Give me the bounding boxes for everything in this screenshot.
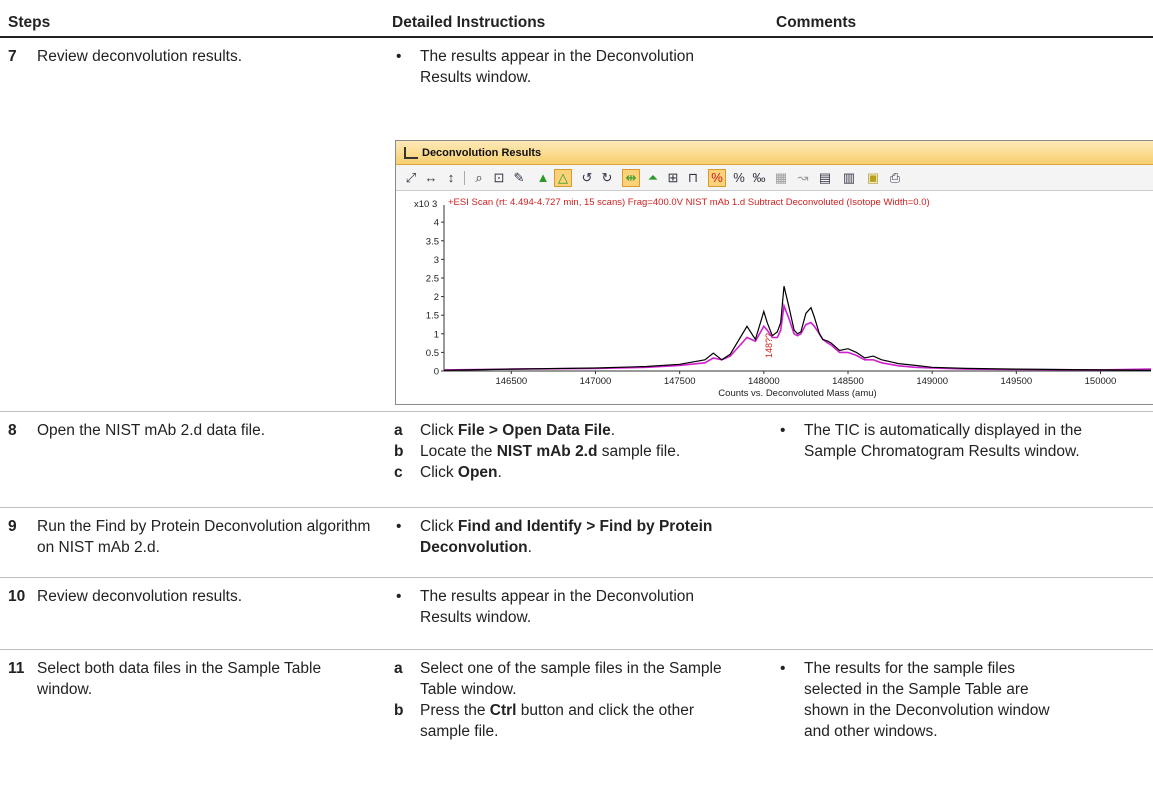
table-row: 8 Open the NIST mAb 2.d data file. a Cli… [0,412,1153,508]
step-text: Review deconvolution results. [37,588,243,605]
step-number: 7 [8,48,17,65]
instructions-cell: a Click File > Open Data File. b Locate … [392,420,742,483]
step-number: 9 [8,518,17,535]
list-item: • The results for the sample files selec… [780,660,1050,740]
arrow-icon[interactable]: ↝ [794,169,812,187]
report-icon[interactable]: ▤ [816,169,834,187]
list-item: • The results appear in the Deconvolutio… [396,588,694,626]
chart-title: +ESI Scan (rt: 4.494-4.727 min, 15 scans… [448,197,930,208]
step-text: Open the NIST mAb 2.d data file. [37,422,266,439]
undo-icon[interactable]: ↺ [578,169,596,187]
header-comments: Comments [776,14,857,31]
series-line-1 [443,302,1152,371]
step-text: Select both data files in the Sample Tab… [37,660,322,698]
zoom-icon[interactable]: ⌕ [470,169,488,187]
print-icon[interactable]: ⎙ [886,169,904,187]
y-tick-label: 3.5 [426,236,439,247]
pan-x-icon[interactable]: ↔ [422,169,440,187]
list-item: • The results appear in the Deconvolutio… [396,48,694,86]
list-item: a Select one of the sample files in the … [394,660,722,698]
list-item: a Click File > Open Data File. [394,422,616,439]
table-row: 11 Select both data files in the Sample … [0,650,1153,809]
deconvolution-spectrum-chart: 0 0.5 1 1.5 2 2.5 3 3.5 4 x10 3 146500 147000 147500… [414,197,1152,399]
list-item: b Press the Ctrl button and click the ot… [394,702,694,740]
comments-cell: • The results for the sample files selec… [776,658,1076,742]
instructions-cell: a Select one of the sample files in the … [392,658,742,742]
percent-icon[interactable]: % [730,169,748,187]
chart-window-icon [404,147,418,159]
deconvolution-results-window: Deconvolution Results ⤢ ↔ ↕ ⌕ ⊡ ✎ ▲ △ ↺ … [395,140,1153,405]
peak-annotation: 148?? [764,333,774,358]
x-axis-label: Counts vs. Deconvoluted Mass (amu) [718,388,876,399]
x-tick-label: 149500 [1000,376,1032,387]
table-header: Steps Detailed Instructions Comments [0,0,1153,38]
y-tick-label: 2.5 [426,273,439,284]
fit-x-icon[interactable]: ⇹ [622,169,640,187]
step-number: 11 [8,660,25,677]
x-tick-label: 148500 [832,376,864,387]
step-number: 10 [8,588,26,605]
y-tick-label: 0.5 [426,348,439,359]
relative-percent-icon[interactable]: ‰ [750,169,768,187]
window-title-bar: Deconvolution Results [396,141,1153,165]
instructions-cell: • Click Find and Identify > Find by Prot… [392,516,722,558]
header-instructions: Detailed Instructions [392,14,546,31]
autoscale-icon[interactable]: ⊡ [490,169,508,187]
window-title: Deconvolution Results [422,147,542,159]
list-item: b Locate the NIST mAb 2.d sample file. [394,443,681,460]
instructions-cell: • The results appear in the Deconvolutio… [392,46,702,88]
peak-label-icon[interactable]: ✎ [510,169,528,187]
pan-y-icon[interactable]: ↕ [442,169,460,187]
compare-icon[interactable]: ⊞ [664,169,682,187]
x-tick-label: 147000 [580,376,612,387]
bar-chart-icon[interactable]: ▥ [840,169,858,187]
y-tick-label: 1 [434,329,439,340]
y-tick-label: 4 [434,218,439,229]
expand-icon[interactable]: ⤢ [402,169,420,187]
table-row: 10 Review deconvolution results. • The r… [0,578,1153,650]
normalize-icon[interactable]: % [708,169,726,187]
overlay-icon[interactable]: ⊓ [684,169,702,187]
toolbar-separator [464,171,465,185]
integrate-icon[interactable]: △ [554,169,572,187]
header-steps: Steps [8,14,51,31]
x-tick-label: 149000 [916,376,948,387]
x-tick-label: 150000 [1085,376,1117,387]
redo-icon[interactable]: ↻ [598,169,616,187]
y-tick-label: 1.5 [426,311,439,322]
x-tick-label: 147500 [664,376,696,387]
step-text: Review deconvolution results. [37,48,243,65]
instructions-cell: • The results appear in the Deconvolutio… [392,586,702,628]
y-tick-label: 3 [434,255,439,266]
list-item: c Click Open. [394,464,502,481]
comments-cell: • The TIC is automatically displayed in … [776,420,1106,462]
series-line-0 [443,286,1152,371]
y-tick-label: 2 [434,292,439,303]
table-icon[interactable]: ▦ [772,169,790,187]
step-text: Run the Find by Protein Deconvolution al… [37,518,371,556]
copy-icon[interactable]: ▣ [864,169,882,187]
list-item: • Click Find and Identify > Find by Prot… [396,518,713,556]
list-item: • The TIC is automatically displayed in … [780,422,1082,460]
table-row: 9 Run the Find by Protein Deconvolution … [0,508,1153,578]
x-tick-label: 148000 [748,376,780,387]
table-row: 7 Review deconvolution results. • The re… [0,38,1153,412]
peak-icon[interactable]: ⏶ [644,169,662,187]
step-number: 8 [8,422,17,439]
x-tick-label: 146500 [495,376,527,387]
plot-toolbar: ⤢ ↔ ↕ ⌕ ⊡ ✎ ▲ △ ↺ ↻ ⇹ ⏶ ⊞ ⊓ % % ‰ ▦ ↝ ▤ … [396,165,1153,191]
y-multiplier-label: x10 3 [414,199,437,210]
y-tick-label: 0 [434,367,439,378]
find-peaks-icon[interactable]: ▲ [534,169,552,187]
